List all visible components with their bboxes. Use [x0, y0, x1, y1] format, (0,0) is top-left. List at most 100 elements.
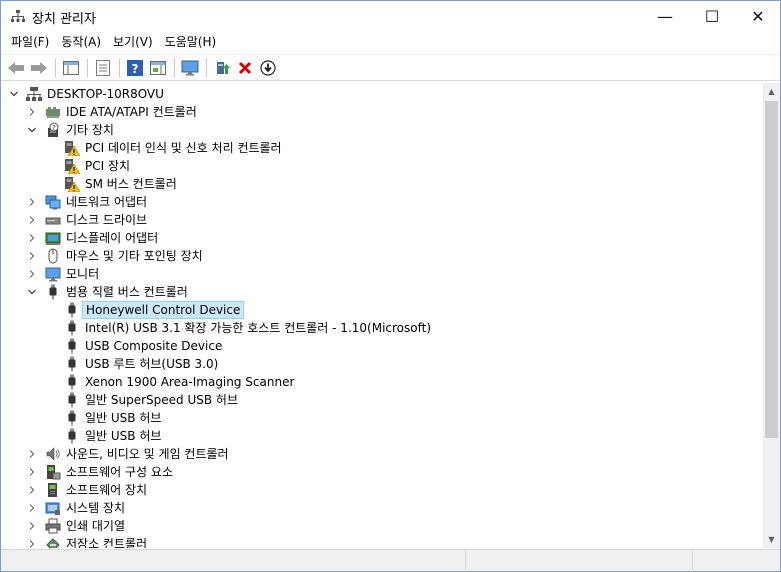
- software-device-icon: [48, 483, 57, 497]
- expand-chevron-icon[interactable]: [25, 247, 39, 265]
- device-item[interactable]: 일반 USB 허브: [1, 409, 761, 427]
- category-item[interactable]: 소프트웨어 구성 요소: [1, 463, 761, 481]
- item-label: 기타 장치: [66, 123, 114, 137]
- toolbar-separator: [55, 58, 56, 77]
- uninstall-device-button[interactable]: [234, 57, 256, 79]
- device-item[interactable]: PCI 데이터 인식 및 신호 처리 컨트롤러: [1, 139, 761, 157]
- storage-controller-icon: [46, 538, 60, 548]
- back-button[interactable]: [5, 57, 27, 79]
- category-item[interactable]: 디스크 드라이브: [1, 211, 761, 229]
- expand-chevron-icon[interactable]: [25, 481, 39, 499]
- device-item[interactable]: 일반 SuperSpeed USB 허브: [1, 391, 761, 409]
- device-item[interactable]: Xenon 1900 Area-Imaging Scanner: [1, 373, 761, 391]
- item-label: 디스크 드라이브: [66, 213, 148, 227]
- expand-chevron-icon[interactable]: [25, 229, 39, 247]
- device-manager-app-icon: [11, 10, 25, 22]
- back-icon: [8, 61, 24, 74]
- item-label: 소프트웨어 장치: [66, 483, 148, 497]
- forward-icon: [31, 61, 47, 74]
- device-item[interactable]: SM 버스 컨트롤러: [1, 175, 761, 193]
- device-item[interactable]: 일반 USB 허브: [1, 427, 761, 445]
- warning-device-icon: [65, 141, 80, 156]
- expand-chevron-icon[interactable]: [25, 265, 39, 283]
- item-label: Intel(R) USB 3.1 확장 가능한 호스트 컨트롤러 - 1.10(…: [85, 321, 432, 335]
- device-tree[interactable]: DESKTOP-10R8OVU IDE ATA/ATAPI 컨트롤러? 기타 장치…: [1, 83, 763, 548]
- item-label: 디스플레이 어댑터: [66, 231, 159, 245]
- category-item[interactable]: 사운드, 비디오 및 게임 컨트롤러: [1, 445, 761, 463]
- category-item[interactable]: ? 기타 장치: [1, 121, 761, 139]
- usb-icon: [49, 284, 57, 300]
- scrollbar-thumb[interactable]: [765, 101, 778, 438]
- status-pane-main: [1, 550, 466, 572]
- collapse-chevron-icon[interactable]: [25, 283, 39, 301]
- help-button[interactable]: ?: [124, 57, 146, 79]
- item-label: SM 버스 컨트롤러: [85, 177, 177, 191]
- show-hide-console-tree-button[interactable]: [60, 57, 82, 79]
- item-label: PCI 데이터 인식 및 신호 처리 컨트롤러: [85, 141, 282, 155]
- usb-icon: [68, 302, 76, 318]
- toolbar-separator: [174, 58, 175, 77]
- window-title: 장치 관리자: [32, 12, 96, 27]
- category-item[interactable]: 디스플레이 어댑터: [1, 229, 761, 247]
- expand-chevron-icon[interactable]: [25, 193, 39, 211]
- item-label: 마우스 및 기타 포인팅 장치: [66, 249, 203, 263]
- expand-chevron-icon[interactable]: [25, 499, 39, 517]
- collapse-chevron-icon[interactable]: [7, 85, 21, 103]
- scroll-up-button[interactable]: ▲: [763, 83, 780, 100]
- toolbar-separator: [206, 58, 207, 77]
- action-pane-button[interactable]: [147, 57, 169, 79]
- expand-chevron-icon[interactable]: [25, 463, 39, 481]
- category-item[interactable]: IDE ATA/ATAPI 컨트롤러: [1, 103, 761, 121]
- other-devices-icon: ?: [48, 122, 59, 137]
- expand-chevron-icon[interactable]: [25, 517, 39, 535]
- expand-chevron-icon[interactable]: [25, 535, 39, 548]
- title-bar[interactable]: 장치 관리자 — ☐ ✕: [1, 1, 780, 31]
- close-icon: ✕: [751, 6, 765, 26]
- device-item[interactable]: PCI 장치: [1, 157, 761, 175]
- category-item[interactable]: 네트워크 어댑터: [1, 193, 761, 211]
- item-label: IDE ATA/ATAPI 컨트롤러: [66, 105, 197, 119]
- menu-view[interactable]: 보기(V): [107, 32, 159, 52]
- device-item[interactable]: USB Composite Device: [1, 337, 761, 355]
- category-item[interactable]: 인쇄 대기열: [1, 517, 761, 535]
- display-adapter-icon: [45, 232, 61, 245]
- vertical-scrollbar[interactable]: ▲ ▼: [763, 83, 780, 548]
- list-view-button[interactable]: [92, 57, 114, 79]
- software-component-icon: [47, 465, 61, 480]
- tree-root[interactable]: DESKTOP-10R8OVU: [1, 85, 761, 103]
- device-item[interactable]: Intel(R) USB 3.1 확장 가능한 호스트 컨트롤러 - 1.10(…: [1, 319, 761, 337]
- device-item[interactable]: Honeywell Control Device: [1, 301, 761, 319]
- collapse-chevron-icon[interactable]: [25, 121, 39, 139]
- expand-chevron-icon[interactable]: [25, 211, 39, 229]
- scroll-down-button[interactable]: ▼: [763, 531, 780, 548]
- forward-button[interactable]: [28, 57, 50, 79]
- expand-chevron-icon[interactable]: [25, 103, 39, 121]
- category-item[interactable]: 저장소 컨트롤러: [1, 535, 761, 548]
- category-item[interactable]: 시스템 장치: [1, 499, 761, 517]
- close-button[interactable]: ✕: [735, 1, 781, 31]
- panel-icon: [150, 60, 166, 75]
- disable-device-button[interactable]: [257, 57, 279, 79]
- uninstall-icon: [238, 61, 252, 74]
- menu-action[interactable]: 동작(A): [55, 32, 107, 52]
- help-icon: ?: [127, 59, 143, 76]
- category-item[interactable]: 소프트웨어 장치: [1, 481, 761, 499]
- item-label: Xenon 1900 Area-Imaging Scanner: [85, 375, 295, 389]
- warning-device-icon: [65, 159, 80, 174]
- disk-drive-icon: [45, 217, 61, 225]
- scan-hardware-button[interactable]: [179, 57, 201, 79]
- computer-icon: [26, 87, 42, 101]
- category-item[interactable]: 모니터: [1, 265, 761, 283]
- item-label: 모니터: [66, 267, 100, 281]
- category-item[interactable]: 범용 직렬 버스 컨트롤러: [1, 283, 761, 301]
- minimize-button[interactable]: —: [642, 1, 688, 31]
- expand-chevron-icon[interactable]: [25, 445, 39, 463]
- maximize-button[interactable]: ☐: [689, 1, 735, 31]
- item-label: 소프트웨어 구성 요소: [66, 465, 173, 479]
- category-item[interactable]: 마우스 및 기타 포인팅 장치: [1, 247, 761, 265]
- device-item[interactable]: USB 루트 허브(USB 3.0): [1, 355, 761, 373]
- update-driver-button[interactable]: [211, 57, 233, 79]
- svg-text:?: ?: [52, 124, 56, 132]
- menu-help[interactable]: 도움말(H): [159, 32, 223, 52]
- menu-file[interactable]: 파일(F): [5, 32, 55, 52]
